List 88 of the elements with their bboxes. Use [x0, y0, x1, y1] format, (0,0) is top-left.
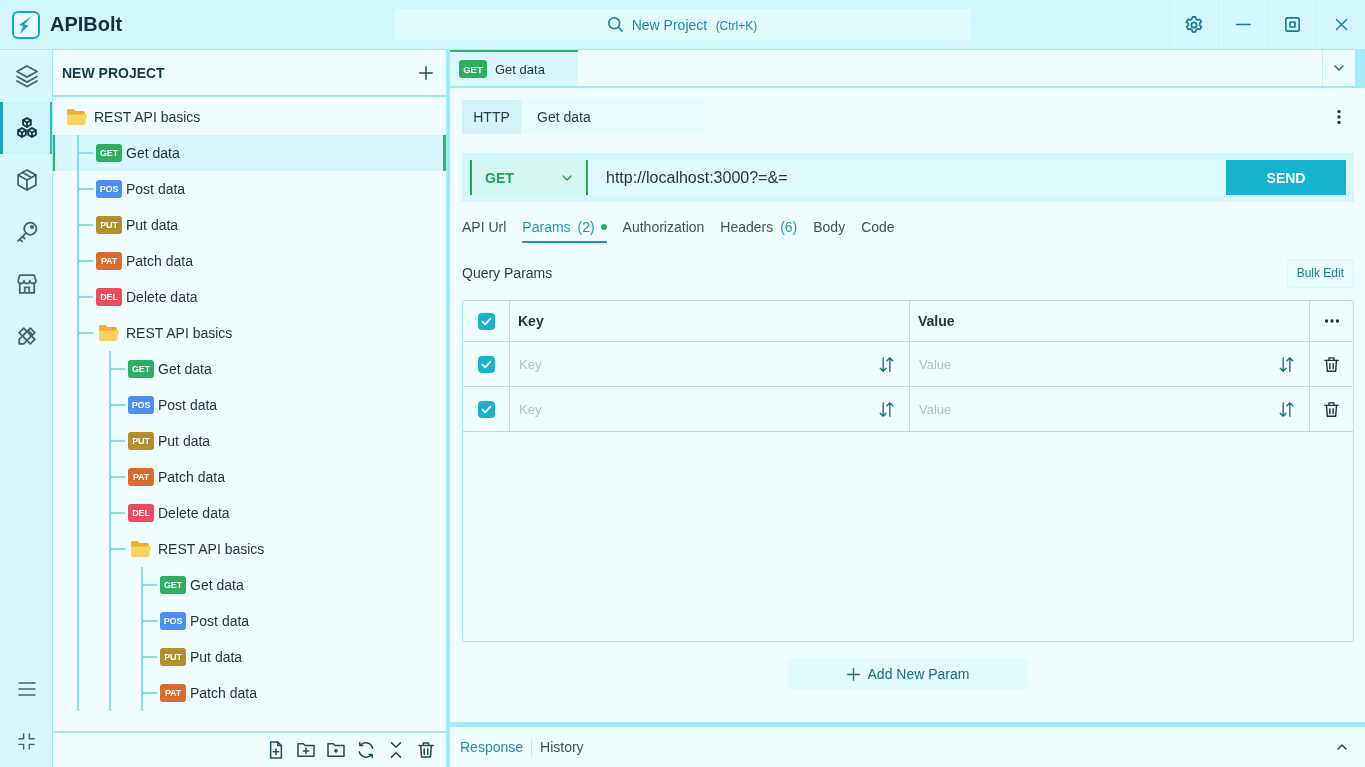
- menu-icon: [17, 680, 36, 698]
- search-icon: [607, 17, 623, 32]
- method-badge: GET: [160, 576, 186, 594]
- tree-item[interactable]: POS Post data: [53, 387, 446, 423]
- value-field[interactable]: Value: [910, 342, 1271, 386]
- tree-item[interactable]: GET Get data: [53, 351, 446, 387]
- tree-item[interactable]: REST API basics: [53, 531, 446, 567]
- panel-tab[interactable]: Response: [460, 739, 524, 755]
- search-button[interactable]: New Project (Ctrl+K): [395, 9, 970, 40]
- trash-icon: [418, 742, 434, 758]
- folder-icon: [328, 742, 344, 758]
- tree-item[interactable]: POS Post data: [53, 603, 446, 639]
- sort-icon: [878, 401, 894, 417]
- add-button[interactable]: [417, 63, 435, 82]
- request-tab[interactable]: Code: [861, 213, 895, 243]
- column-header: Key: [510, 301, 910, 341]
- trash-icon: [1324, 356, 1339, 372]
- column-header: Value: [910, 301, 1310, 341]
- method-badge: DEL: [96, 288, 122, 306]
- protocol-label: HTTP: [462, 100, 521, 134]
- layers-icon: [16, 66, 37, 86]
- request-tab[interactable]: API Url: [462, 213, 507, 243]
- collapse-icon: [388, 742, 404, 758]
- method-badge: POS: [160, 612, 186, 630]
- method-badge: PUT: [96, 216, 122, 234]
- key-icon: [16, 222, 37, 242]
- tree-item[interactable]: REST API basics: [53, 315, 446, 351]
- sidebar-title: NEW PROJECT: [62, 64, 165, 81]
- method-badge: POS: [96, 180, 122, 198]
- refresh-icon: [358, 742, 374, 758]
- method-badge: GET: [128, 360, 154, 378]
- tree-item[interactable]: PAT Patch data: [53, 243, 446, 279]
- activity-button[interactable]: [0, 102, 52, 154]
- checkbox[interactable]: [477, 312, 495, 330]
- key-field[interactable]: Key: [510, 342, 871, 386]
- request-name-field[interactable]: Get data: [521, 100, 704, 134]
- request-tab[interactable]: Authorization: [622, 213, 705, 243]
- app-name: APIBolt: [50, 13, 123, 36]
- sort-icon: [1278, 401, 1294, 417]
- trash-icon: [1324, 401, 1339, 417]
- tree-item[interactable]: PUT Put data: [53, 207, 446, 243]
- plus-icon: [846, 667, 860, 681]
- settings-icon: [1186, 16, 1202, 33]
- method-badge: POS: [128, 396, 154, 414]
- maximize-icon: [1284, 17, 1300, 32]
- shrink-icon: [18, 732, 35, 750]
- request-tab[interactable]: GET Get data: [450, 50, 578, 86]
- value-field[interactable]: Value: [910, 387, 1271, 431]
- cubes-icon: [16, 118, 37, 138]
- box-icon: [16, 170, 37, 190]
- method-badge: GET: [459, 60, 487, 78]
- request-tab[interactable]: Headers (6): [720, 213, 798, 243]
- sort-icon: [1278, 356, 1294, 372]
- section-title: Query Params: [462, 265, 553, 281]
- logo-icon: [12, 10, 40, 39]
- close-icon: [1334, 18, 1348, 31]
- sort-icon: [878, 356, 894, 372]
- tree-item[interactable]: GET Get data: [53, 135, 446, 171]
- method-badge: PUT: [128, 432, 154, 450]
- method-badge: PAT: [160, 684, 186, 702]
- tree-item[interactable]: PUT Put data: [53, 423, 446, 459]
- method-badge: PAT: [96, 252, 122, 270]
- tree-item[interactable]: DEL Delete data: [53, 495, 446, 531]
- checkbox[interactable]: [477, 355, 495, 373]
- pencil-ruler-icon: [16, 326, 37, 346]
- request-tab[interactable]: Body: [813, 213, 846, 243]
- tree-item[interactable]: POS Post data: [53, 171, 446, 207]
- bulk-edit-button[interactable]: Bulk Edit: [1286, 258, 1354, 288]
- method-badge: PAT: [128, 468, 154, 486]
- panel-tab[interactable]: History: [540, 739, 584, 755]
- folder-plus-icon: [298, 742, 314, 758]
- tree-item[interactable]: PAT Patch data: [53, 459, 446, 495]
- tree-item[interactable]: PAT Patch data: [53, 675, 446, 711]
- method-badge: PUT: [160, 648, 186, 666]
- tree-item[interactable]: PUT Put data: [53, 639, 446, 675]
- add-param-button[interactable]: Add New Param: [788, 658, 1028, 690]
- checkbox[interactable]: [477, 400, 495, 418]
- tree-item[interactable]: REST API basics: [53, 99, 446, 135]
- tree-item[interactable]: GET Get data: [53, 567, 446, 603]
- url-field[interactable]: http://localhost:3000?=&=: [588, 160, 1226, 195]
- tree-item[interactable]: DEL Delete data: [53, 279, 446, 315]
- method-badge: DEL: [128, 504, 154, 522]
- method-badge: GET: [96, 144, 122, 162]
- scrollbar[interactable]: [1355, 50, 1365, 86]
- store-icon: [16, 274, 37, 294]
- file-plus-icon: [268, 742, 284, 758]
- key-field[interactable]: Key: [510, 387, 871, 431]
- plus-icon: [419, 65, 433, 80]
